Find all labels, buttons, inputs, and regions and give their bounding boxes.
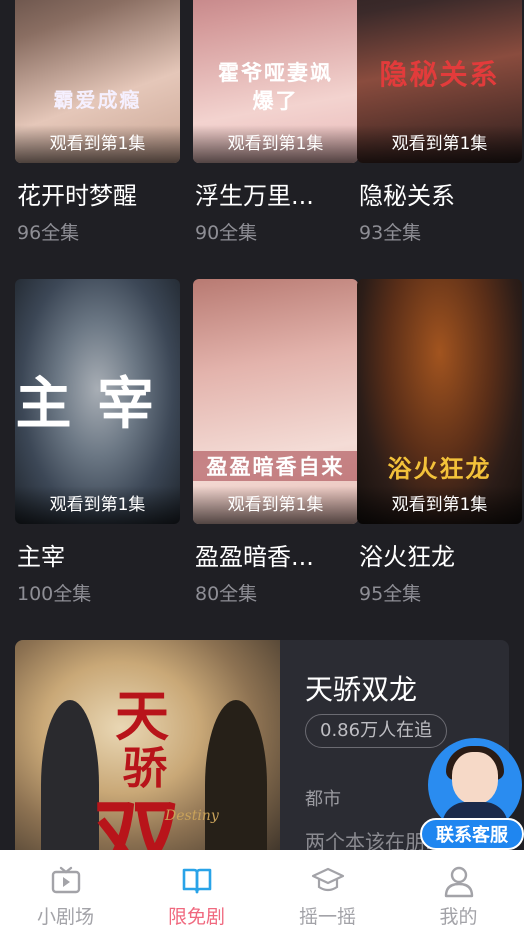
- poster-figure-left: [41, 700, 99, 860]
- customer-service-label[interactable]: 联系客服: [420, 818, 524, 850]
- drama-card[interactable]: 霸爱成瘾 观看到第1集 花开时梦醒 96全集: [15, 0, 180, 244]
- poster-subtitle: Destiny: [165, 808, 219, 824]
- drama-card[interactable]: 浴火狂龙 观看到第1集 浴火狂龙 95全集: [357, 279, 522, 605]
- drama-poster[interactable]: 隐秘关系 观看到第1集: [357, 0, 522, 163]
- drama-title[interactable]: 隐秘关系: [359, 176, 455, 211]
- watch-progress: 观看到第1集: [193, 486, 358, 524]
- drama-card[interactable]: 盈盈暗香自来 观看到第1集 盈盈暗香... 80全集: [193, 279, 358, 605]
- drama-poster[interactable]: 主宰 观看到第1集: [15, 279, 180, 524]
- customer-service-button[interactable]: 联系客服: [420, 738, 524, 850]
- poster-title: 浴火狂龙: [387, 454, 492, 483]
- episode-count: 93全集: [359, 222, 422, 244]
- drama-card[interactable]: 主宰 观看到第1集 主宰 100全集: [15, 279, 180, 605]
- drama-poster[interactable]: 盈盈暗香自来 观看到第1集: [193, 279, 358, 524]
- episode-count: 96全集: [17, 222, 80, 244]
- featured-title[interactable]: 天骄双龙: [305, 668, 417, 708]
- nav-label: 小剧场: [36, 906, 94, 928]
- episode-count: 100全集: [17, 583, 92, 605]
- genre-tag: 都市: [305, 789, 341, 810]
- episode-count: 95全集: [359, 583, 422, 605]
- nav-item-mine[interactable]: 我的: [393, 850, 524, 930]
- nav-label: 限免剧: [167, 906, 225, 928]
- poster-title: 主宰: [15, 371, 180, 437]
- drama-title[interactable]: 浴火狂龙: [359, 537, 455, 572]
- drama-title[interactable]: 浮生万里...: [195, 176, 314, 211]
- drama-title[interactable]: 盈盈暗香...: [195, 537, 314, 572]
- watch-progress: 观看到第1集: [15, 125, 180, 163]
- book-icon: [182, 868, 211, 894]
- user-icon: [444, 866, 473, 898]
- drama-poster[interactable]: 霸爱成瘾 观看到第1集: [15, 0, 180, 163]
- drama-title[interactable]: 花开时梦醒: [17, 176, 137, 211]
- poster-figure-right: [205, 700, 267, 860]
- poster-title: 霍爷哑妻飒爆了: [218, 60, 333, 113]
- watch-progress: 观看到第1集: [357, 125, 522, 163]
- poster-title: 盈盈暗香自来: [193, 451, 358, 481]
- drama-title[interactable]: 主宰: [17, 537, 65, 572]
- drama-poster[interactable]: 浴火狂龙 观看到第1集: [357, 279, 522, 524]
- drama-card[interactable]: 隐秘关系 观看到第1集 隐秘关系 93全集: [357, 0, 522, 244]
- poster-title: 隐秘关系: [379, 58, 500, 91]
- watch-progress: 观看到第1集: [15, 486, 180, 524]
- nav-item-shake[interactable]: 摇一摇: [262, 850, 393, 930]
- bottom-nav: 小剧场 限免剧 摇一摇 我的: [0, 850, 524, 930]
- featured-poster[interactable]: 天 骄 双 Destiny: [15, 640, 280, 860]
- poster-title: 霸爱成瘾: [53, 88, 142, 112]
- drama-card[interactable]: 霍爷哑妻飒爆了 观看到第1集 浮生万里... 90全集: [193, 0, 358, 244]
- drama-poster[interactable]: 霍爷哑妻飒爆了 观看到第1集: [193, 0, 358, 163]
- nav-item-free[interactable]: 限免剧: [131, 850, 262, 930]
- watch-progress: 观看到第1集: [193, 125, 358, 163]
- watch-progress: 观看到第1集: [357, 486, 522, 524]
- nav-label: 摇一摇: [298, 906, 356, 928]
- nav-label: 我的: [439, 906, 478, 928]
- avatar-face: [452, 752, 498, 804]
- cap-icon: [311, 867, 344, 892]
- nav-item-theater[interactable]: 小剧场: [0, 850, 131, 930]
- tv-icon: [51, 866, 80, 894]
- episode-count: 80全集: [195, 583, 258, 605]
- episode-count: 90全集: [195, 222, 258, 244]
